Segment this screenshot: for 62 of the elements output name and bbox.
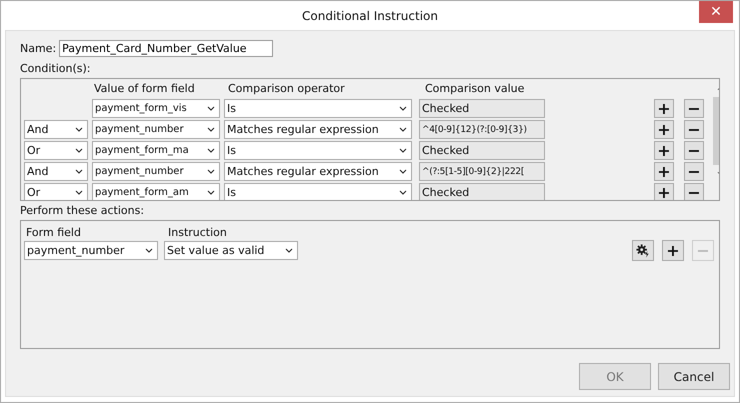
caret-icon: [75, 127, 83, 132]
add-button[interactable]: +: [654, 162, 674, 181]
add-button[interactable]: +: [654, 99, 674, 118]
column-header: Comparison operator: [227, 82, 346, 95]
close-button[interactable]: ✕: [699, 1, 733, 23]
caret-icon: [75, 148, 83, 153]
column-header: Form field: [25, 226, 82, 238]
column-header: Value of form field: [93, 82, 196, 95]
add-button[interactable]: +: [662, 240, 684, 261]
column-header: Instruction: [167, 226, 228, 238]
value-field[interactable]: ^(?:5[1-5][0-9]{2}|222[: [419, 162, 545, 181]
connector-dropdown[interactable]: And: [24, 120, 88, 139]
caret-icon: [399, 106, 407, 111]
connector-dropdown[interactable]: Or: [24, 183, 88, 200]
value-field[interactable]: Checked: [419, 141, 545, 160]
operator-dropdown[interactable]: Matches regular expression: [224, 120, 412, 139]
field-dropdown[interactable]: payment_form_ma: [92, 141, 220, 160]
caret-icon: [399, 148, 407, 153]
caret-icon: [207, 169, 215, 174]
caret-icon: [399, 190, 407, 195]
caret-icon: [75, 169, 83, 174]
caret-icon: [399, 169, 407, 174]
connector-dropdown[interactable]: Or: [24, 141, 88, 160]
operator-dropdown[interactable]: Is: [224, 183, 412, 200]
form-field-dropdown[interactable]: payment_number: [24, 241, 158, 260]
caret-icon: [207, 190, 215, 195]
operator-dropdown[interactable]: Matches regular expression: [224, 162, 412, 181]
conditions-label: Condition(s):: [20, 62, 92, 75]
caret-icon: [75, 190, 83, 195]
remove-button[interactable]: −: [684, 183, 704, 200]
column-header: Comparison value: [424, 82, 526, 95]
field-dropdown[interactable]: payment_form_vis: [92, 99, 220, 118]
value-field[interactable]: Checked: [419, 183, 545, 200]
connector-dropdown[interactable]: And: [24, 162, 88, 181]
gear-icon: [636, 244, 650, 258]
value-field[interactable]: ^4[0-9]{12}(?:[0-9]{3}): [419, 120, 545, 139]
window-title: Conditional Instruction: [302, 8, 438, 22]
operator-dropdown[interactable]: Is: [224, 141, 412, 160]
field-dropdown[interactable]: payment_form_am: [92, 183, 220, 200]
instruction-dropdown[interactable]: Set value as valid: [164, 241, 298, 260]
value-field[interactable]: Checked: [419, 99, 545, 118]
add-button[interactable]: +: [654, 120, 674, 139]
dialog-button[interactable]: Cancel: [658, 363, 730, 390]
add-button[interactable]: +: [654, 183, 674, 200]
remove-button[interactable]: −: [684, 162, 704, 181]
caret-icon: [207, 106, 215, 111]
add-button[interactable]: +: [654, 141, 674, 160]
remove-button[interactable]: −: [684, 99, 704, 118]
remove-button[interactable]: −: [684, 141, 704, 160]
caret-icon: [145, 248, 153, 253]
operator-dropdown[interactable]: Is: [224, 99, 412, 118]
caret-icon: [207, 148, 215, 153]
field-dropdown[interactable]: payment_number: [92, 162, 220, 181]
field-dropdown[interactable]: payment_number: [92, 120, 220, 139]
caret-icon: [399, 127, 407, 132]
name-label: Name:: [20, 42, 56, 54]
caret-icon: [285, 248, 293, 253]
remove-button[interactable]: −: [684, 120, 704, 139]
gear-button[interactable]: [632, 240, 654, 261]
caret-icon: [207, 127, 215, 132]
name-field[interactable]: Payment_Card_Number_GetValue: [59, 40, 274, 56]
actions-label: Perform these actions:: [20, 204, 146, 217]
